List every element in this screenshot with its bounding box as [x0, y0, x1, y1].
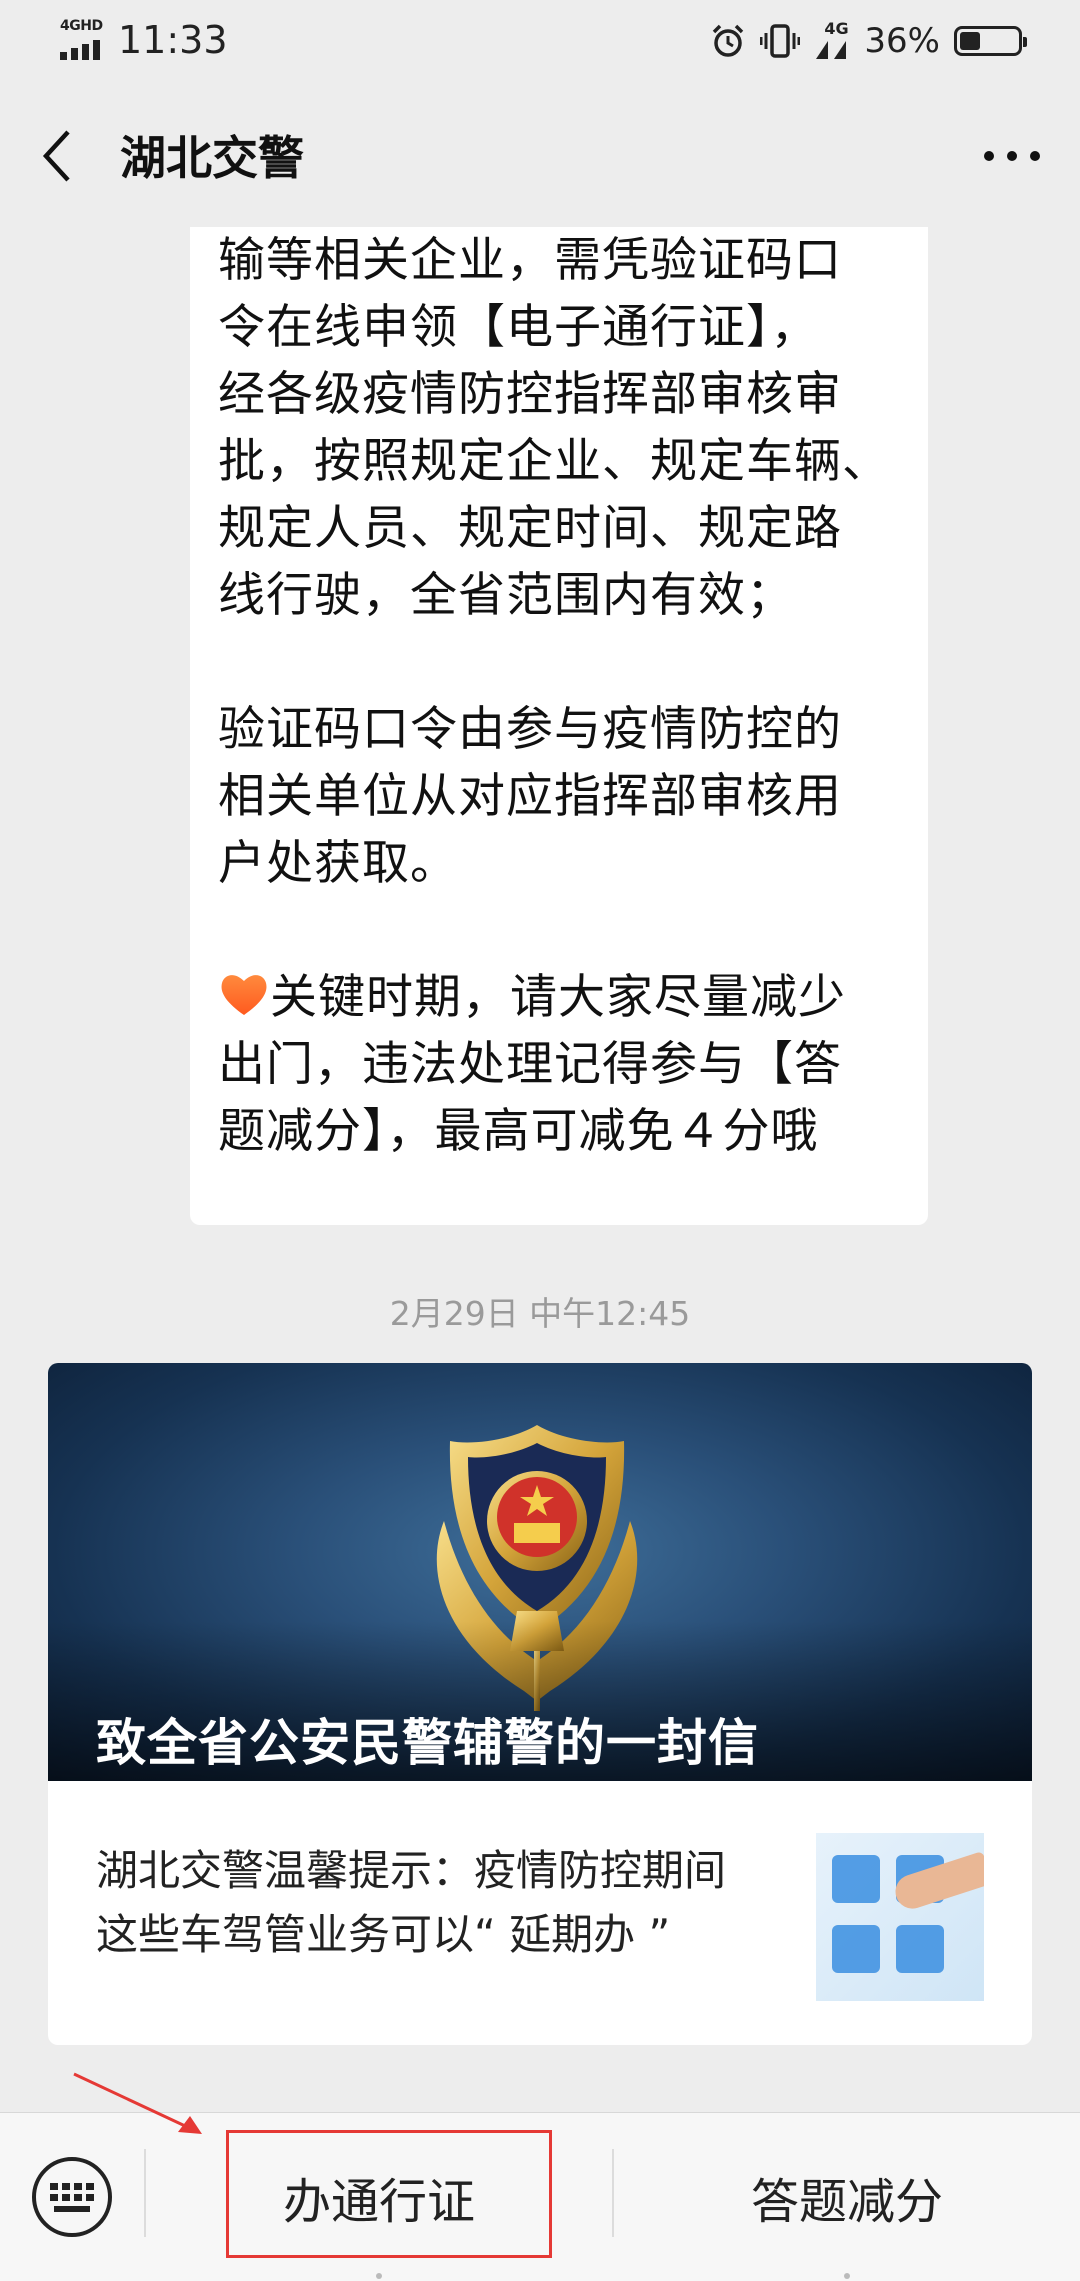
sub-article-title-line: 湖北交警温馨提示：疫情防控期间: [96, 1846, 727, 1895]
more-options-icon[interactable]: [984, 136, 1040, 176]
message-line: 出门，违法处理记得参与【答: [218, 1037, 842, 1092]
sub-article-thumbnail: [816, 1833, 984, 2001]
clock: 11:33: [118, 18, 228, 62]
submenu-indicator-dot: [376, 2273, 382, 2279]
message-line: 规定人员、规定时间、规定路: [218, 501, 842, 556]
message-line: 户处获取。: [218, 836, 458, 891]
message-timestamp: 2月29日 中午12:45: [389, 1294, 691, 1333]
article-cover-title: 致全省公安民警辅警的一封信: [96, 1714, 759, 1772]
menu-item-quiz-points[interactable]: 答题减分: [614, 2113, 1080, 2281]
message-line: 输等相关企业，需凭验证码口: [218, 233, 842, 288]
article-cover[interactable]: 致全省公安民警辅警的一封信: [48, 1363, 1032, 1781]
message-line: 经各级疫情防控指挥部审核审: [218, 367, 842, 422]
message-line-with-heart: 关键时期，请大家尽量减少: [218, 964, 900, 1031]
sub-article-title: 湖北交警温馨提示：疫情防控期间 这些车驾管业务可以“ 延期办 ”: [96, 1839, 796, 1967]
message-line: 令在线申领【电子通行证】，: [218, 300, 819, 355]
message-line: 批，按照规定企业、规定车辆、: [218, 434, 890, 489]
signal-icon: 4G: [814, 21, 850, 61]
message-line: 题减分】，最高可减免４分哦: [218, 1104, 819, 1159]
police-badge-icon: [436, 1425, 638, 1711]
keyboard-toggle-icon[interactable]: [30, 2155, 114, 2239]
vibrate-icon: [760, 24, 801, 58]
sub-article-title-line: 这些车驾管业务可以“ 延期办 ”: [96, 1910, 671, 1959]
menu-item-label: 答题减分: [750, 2174, 943, 2230]
battery-icon: [954, 26, 1027, 56]
network-indicator: 4GHD: [58, 18, 106, 60]
heart-icon: [221, 975, 267, 1015]
back-arrow-icon[interactable]: [38, 126, 78, 186]
message-line: 验证码口令由参与疫情防控的: [218, 702, 842, 757]
chat-area[interactable]: 输等相关企业，需凭验证码口 令在线申领【电子通行证】， 经各级疫情防控指挥部审核…: [0, 227, 1080, 2112]
annotation-arrow-icon: [73, 2072, 202, 2134]
submenu-indicator-dot: [844, 2273, 850, 2279]
sub-article-item[interactable]: 湖北交警温馨提示：疫情防控期间 这些车驾管业务可以“ 延期办 ”: [48, 1781, 1032, 2045]
message-text: 关键时期，请大家尽量减少: [270, 970, 846, 1025]
status-bar: 4GHD 11:33 4G 36%: [0, 0, 1080, 82]
network-type-label: 4GHD: [60, 18, 103, 34]
message-line: 线行驶，全省范围内有效；: [218, 568, 794, 623]
nav-bar: 湖北交警: [0, 82, 1080, 227]
battery-level: [960, 32, 980, 50]
annotation-highlight-box: [226, 2130, 552, 2258]
battery-percent: 36%: [864, 21, 940, 61]
article-card[interactable]: 致全省公安民警辅警的一封信 湖北交警温馨提示：疫情防控期间 这些车驾管业务可以“…: [48, 1363, 1032, 2045]
cell-signal-icon: [60, 40, 104, 60]
status-icons: 4G 36%: [710, 18, 1027, 64]
alarm-icon: [713, 24, 744, 57]
page-title: 湖北交警: [120, 131, 304, 185]
message-line: 相关单位从对应指挥部审核用: [218, 769, 842, 824]
message-bubble: 输等相关企业，需凭验证码口 令在线申领【电子通行证】， 经各级疫情防控指挥部审核…: [190, 227, 928, 1225]
